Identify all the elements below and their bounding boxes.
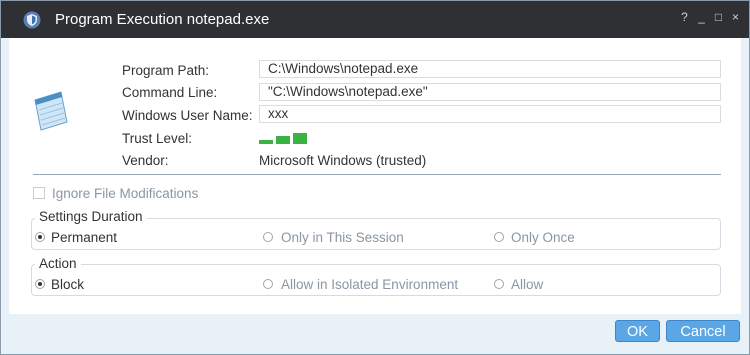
radio-permanent[interactable] bbox=[35, 232, 45, 242]
program-path-label: Program Path: bbox=[122, 63, 210, 78]
minimize-icon[interactable]: _ bbox=[696, 10, 707, 24]
close-icon[interactable]: × bbox=[730, 10, 741, 24]
trust-bar-2 bbox=[276, 136, 290, 144]
user-name-field[interactable]: xxx bbox=[259, 105, 721, 123]
title-bar[interactable]: Program Execution notepad.exe ? _ □ × bbox=[1, 1, 749, 38]
radio-allow-isolated-label[interactable]: Allow in Isolated Environment bbox=[281, 277, 458, 292]
action-title: Action bbox=[35, 256, 81, 271]
trust-bar-3 bbox=[293, 133, 307, 144]
command-line-field[interactable]: "C:\Windows\notepad.exe" bbox=[259, 83, 721, 101]
radio-only-once[interactable] bbox=[494, 232, 504, 242]
notepad-icon bbox=[34, 91, 68, 131]
ignore-file-modifications-label[interactable]: Ignore File Modifications bbox=[52, 186, 198, 201]
vendor-label: Vendor: bbox=[122, 153, 169, 168]
maximize-icon[interactable]: □ bbox=[713, 10, 724, 24]
window-title: Program Execution notepad.exe bbox=[55, 11, 270, 28]
radio-block-label[interactable]: Block bbox=[51, 277, 84, 292]
radio-only-in-this-session[interactable] bbox=[263, 232, 273, 242]
dialog-window: Program Execution notepad.exe ? _ □ × Pr… bbox=[0, 0, 750, 355]
radio-permanent-label[interactable]: Permanent bbox=[51, 230, 117, 245]
settings-duration-title: Settings Duration bbox=[35, 209, 147, 224]
radio-allow-isolated[interactable] bbox=[263, 279, 273, 289]
program-path-field[interactable]: C:\Windows\notepad.exe bbox=[259, 60, 721, 78]
trust-bar-1 bbox=[259, 140, 273, 144]
radio-block[interactable] bbox=[35, 279, 45, 289]
command-line-label: Command Line: bbox=[122, 85, 218, 100]
vendor-value: Microsoft Windows (trusted) bbox=[259, 153, 427, 168]
radio-only-once-label[interactable]: Only Once bbox=[511, 230, 575, 245]
ok-button[interactable]: OK bbox=[615, 320, 660, 342]
divider bbox=[33, 174, 721, 175]
dialog-content: Program Path: C:\Windows\notepad.exe Com… bbox=[9, 38, 741, 314]
cancel-button[interactable]: Cancel bbox=[666, 320, 740, 342]
radio-only-in-this-session-label[interactable]: Only in This Session bbox=[281, 230, 404, 245]
radio-allow[interactable] bbox=[494, 279, 504, 289]
ignore-file-modifications-checkbox[interactable] bbox=[33, 187, 45, 199]
shield-icon bbox=[23, 11, 41, 29]
trust-level-label: Trust Level: bbox=[122, 131, 193, 146]
radio-allow-label[interactable]: Allow bbox=[511, 277, 543, 292]
window-controls: ? _ □ × bbox=[679, 10, 741, 24]
user-name-label: Windows User Name: bbox=[122, 108, 253, 123]
help-icon[interactable]: ? bbox=[679, 10, 690, 24]
